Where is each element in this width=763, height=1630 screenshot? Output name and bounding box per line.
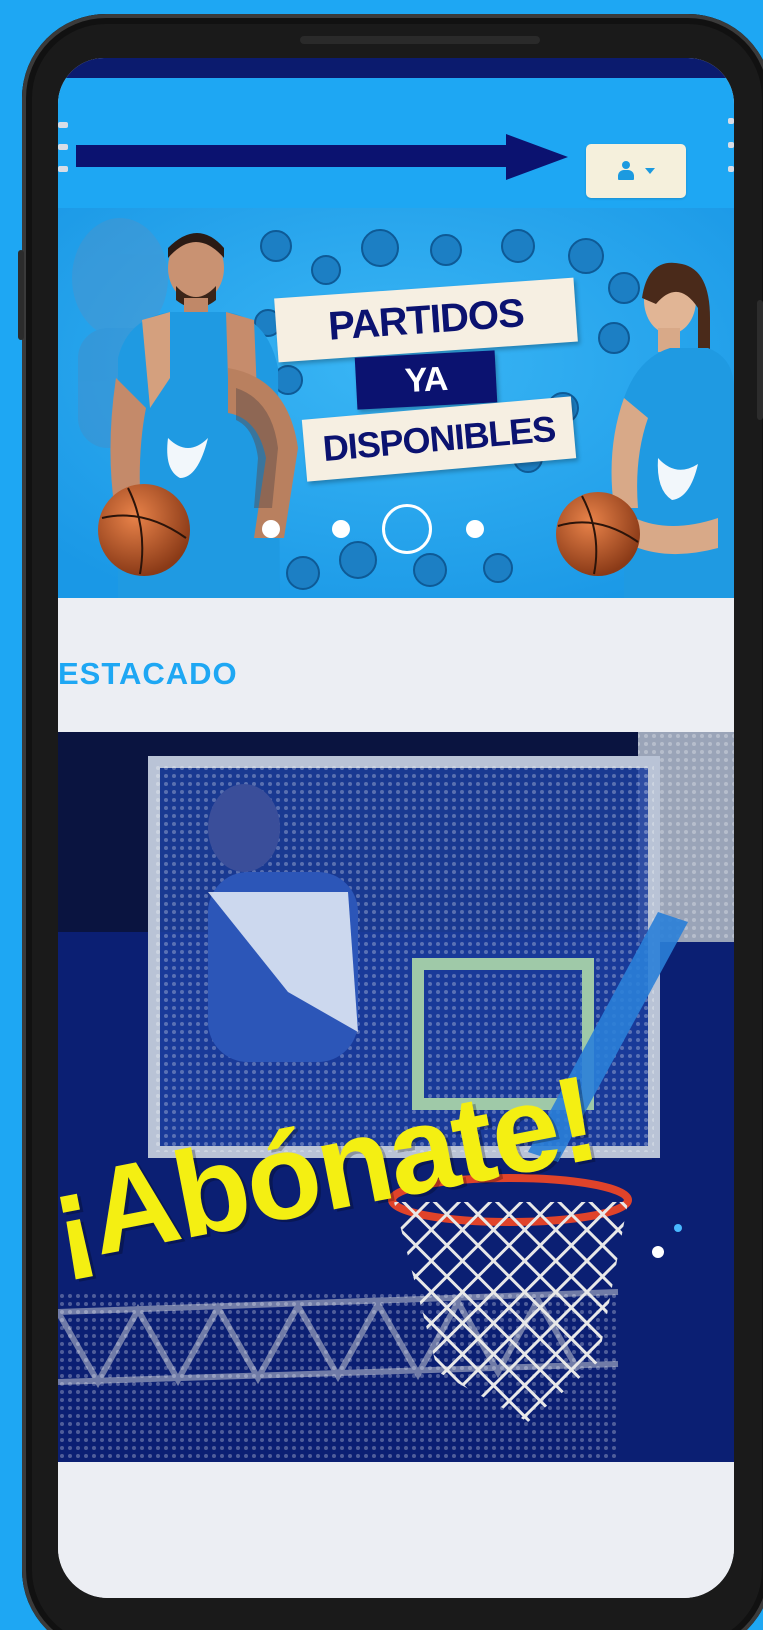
menu-icon[interactable]: [58, 122, 68, 178]
phone-speaker: [300, 36, 540, 44]
user-menu-button[interactable]: [586, 144, 686, 198]
promo-card[interactable]: ¡Abónate!: [58, 732, 734, 1462]
featured-section-header: ESTACADO: [58, 600, 734, 734]
section-title: ESTACADO: [58, 656, 238, 691]
carousel-dot-2[interactable]: [332, 520, 350, 538]
annotation-arrow-head: [506, 134, 568, 180]
phone-volume-button: [18, 250, 24, 340]
user-icon: [617, 161, 635, 181]
screenshot-stage: PARTIDOS YA DISPONIBLES ESTACADO ¡Abónat…: [0, 0, 763, 1630]
caret-down-icon: [645, 168, 655, 174]
edge-icon: [728, 118, 734, 174]
status-bar: [58, 58, 734, 78]
phone-power-button: [757, 300, 763, 420]
app-header: [58, 78, 734, 208]
app-screen: PARTIDOS YA DISPONIBLES ESTACADO ¡Abónat…: [58, 58, 734, 1598]
carousel-dot-1[interactable]: [262, 520, 280, 538]
carousel-dot-4[interactable]: [466, 520, 484, 538]
annotation-arrow-shaft: [76, 145, 511, 167]
next-card: [58, 1462, 734, 1598]
banner-line-2: YA: [354, 350, 498, 410]
hero-banner[interactable]: PARTIDOS YA DISPONIBLES: [58, 208, 734, 598]
carousel-dot-3-active[interactable]: [382, 504, 432, 554]
